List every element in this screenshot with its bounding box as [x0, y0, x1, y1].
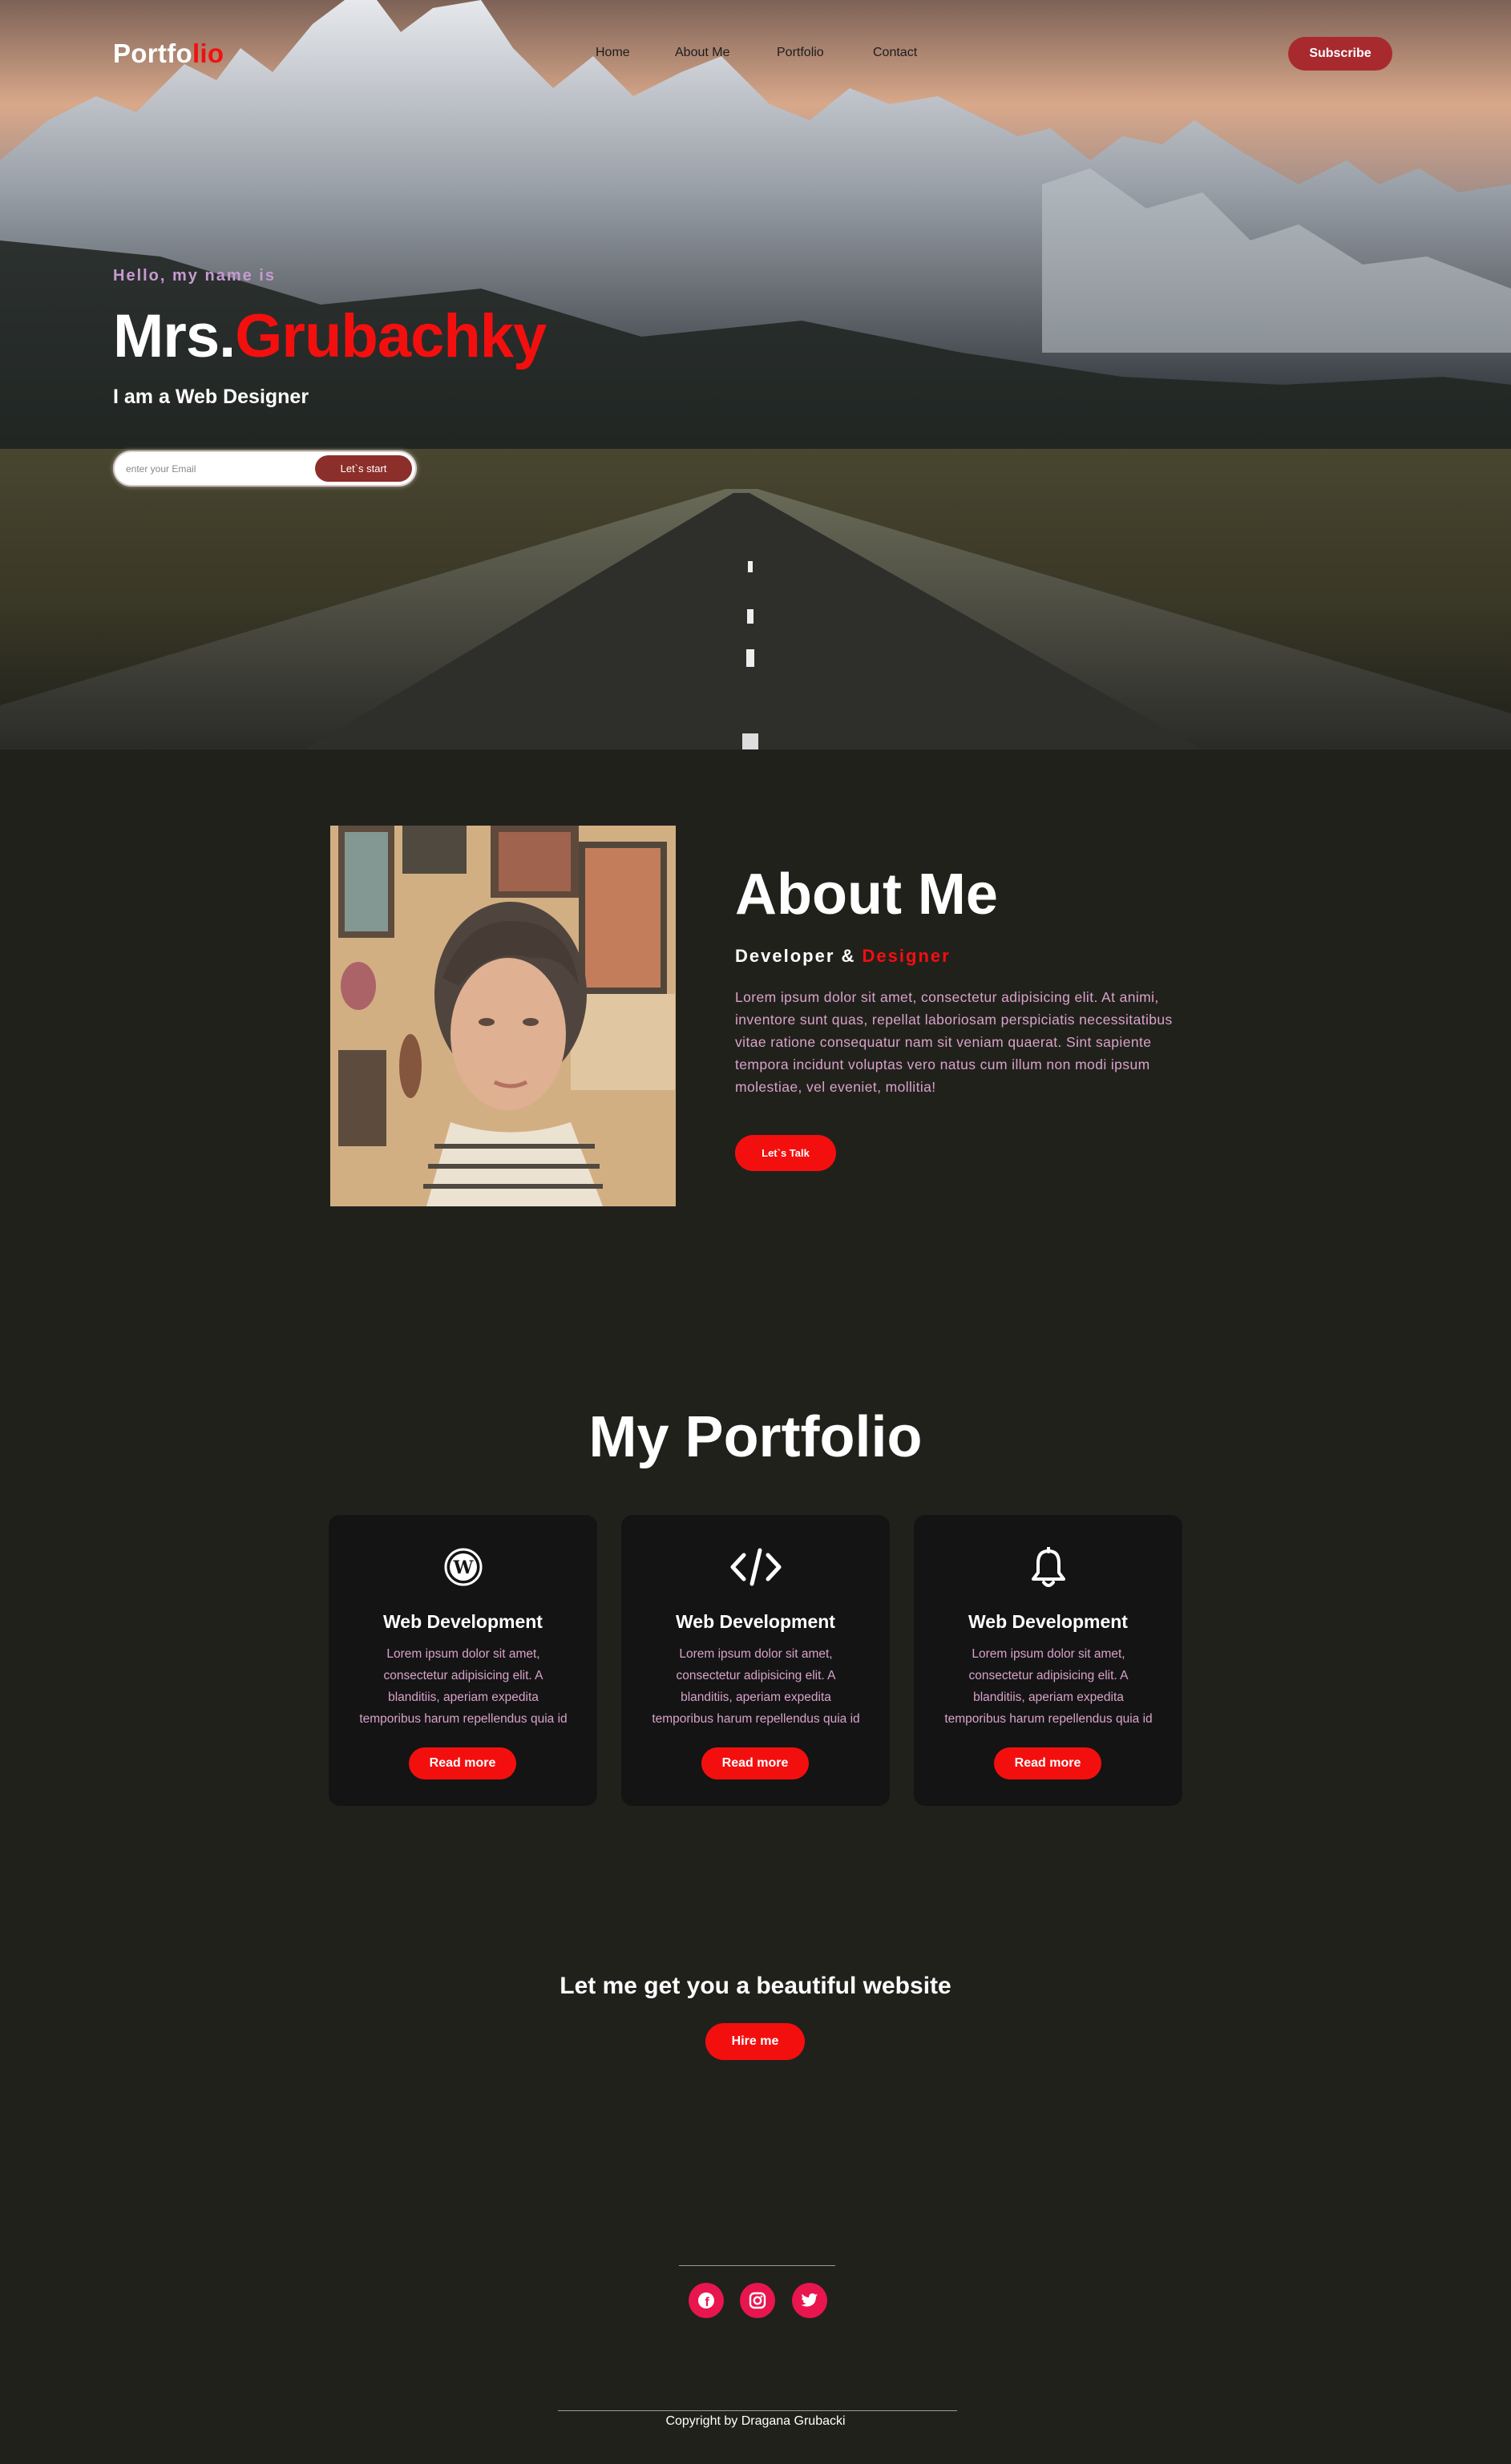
about-subtitle-main: Developer &: [735, 946, 863, 966]
portrait-image: [330, 826, 676, 1206]
facebook-icon[interactable]: f: [689, 2283, 724, 2318]
card-text: Lorem ipsum dolor sit amet, consectetur …: [944, 1647, 1153, 1726]
hero-name: Mrs.Grubachky: [113, 301, 547, 371]
wordpress-icon: W: [329, 1547, 597, 1592]
card-text: Lorem ipsum dolor sit amet, consectetur …: [652, 1647, 860, 1726]
hero-greeting: Hello, my name is: [113, 267, 276, 285]
hero-name-prefix: Mrs.: [113, 302, 236, 370]
read-more-button[interactable]: Read more: [409, 1747, 516, 1779]
logo-main: Portfo: [113, 38, 192, 68]
svg-text:f: f: [705, 2296, 709, 2309]
card-title: Web Development: [383, 1611, 543, 1632]
portfolio-title: My Portfolio: [588, 1405, 923, 1469]
footer-divider: [558, 2410, 957, 2411]
hire-me-button[interactable]: Hire me: [705, 2023, 805, 2060]
twitter-icon[interactable]: [792, 2283, 827, 2318]
card-text: Lorem ipsum dolor sit amet, consectetur …: [359, 1647, 568, 1726]
logo-accent: lio: [192, 38, 224, 68]
about-photo: [330, 826, 676, 1206]
about-subtitle-accent: Designer: [862, 946, 951, 966]
subscribe-button[interactable]: Subscribe: [1288, 37, 1392, 71]
read-more-button[interactable]: Read more: [994, 1747, 1101, 1779]
email-form: Let`s start: [113, 450, 417, 487]
nav-contact[interactable]: Contact: [873, 46, 917, 60]
portfolio-card: Web Development Lorem ipsum dolor sit am…: [914, 1515, 1182, 1806]
social-divider: [679, 2265, 835, 2266]
logo[interactable]: Portfolio: [113, 38, 224, 69]
code-icon: [621, 1547, 890, 1592]
nav-portfolio[interactable]: Portfolio: [777, 46, 824, 60]
mountain-road-background: [0, 0, 1511, 749]
nav-about-me[interactable]: About Me: [675, 46, 729, 60]
hero-name-accent: Grubachky: [235, 302, 547, 370]
about-subtitle: Developer & Designer: [735, 946, 951, 967]
lets-talk-button[interactable]: Let`s Talk: [735, 1135, 836, 1171]
email-input[interactable]: [126, 452, 310, 485]
bell-icon: [914, 1547, 1182, 1592]
card-title: Web Development: [968, 1611, 1128, 1632]
about-text: Lorem ipsum dolor sit amet, consectetur …: [735, 989, 1173, 1095]
nav-home[interactable]: Home: [596, 46, 630, 60]
about-title: About Me: [735, 862, 998, 927]
card-title: Web Development: [676, 1611, 835, 1632]
hire-heading: Let me get you a beautiful website: [560, 1973, 951, 1999]
svg-text:W: W: [452, 1557, 473, 1578]
copyright-text: Copyright by Dragana Grubacki: [665, 2414, 846, 2428]
hero-section: Portfolio Home About Me Portfolio Contac…: [0, 0, 1511, 749]
portfolio-card: Web Development Lorem ipsum dolor sit am…: [621, 1515, 890, 1806]
read-more-button[interactable]: Read more: [701, 1747, 809, 1779]
hero-role: I am a Web Designer: [113, 386, 309, 408]
portfolio-card: W Web Development Lorem ipsum dolor sit …: [329, 1515, 597, 1806]
instagram-icon[interactable]: [740, 2283, 775, 2318]
lets-start-button[interactable]: Let`s start: [315, 455, 412, 482]
